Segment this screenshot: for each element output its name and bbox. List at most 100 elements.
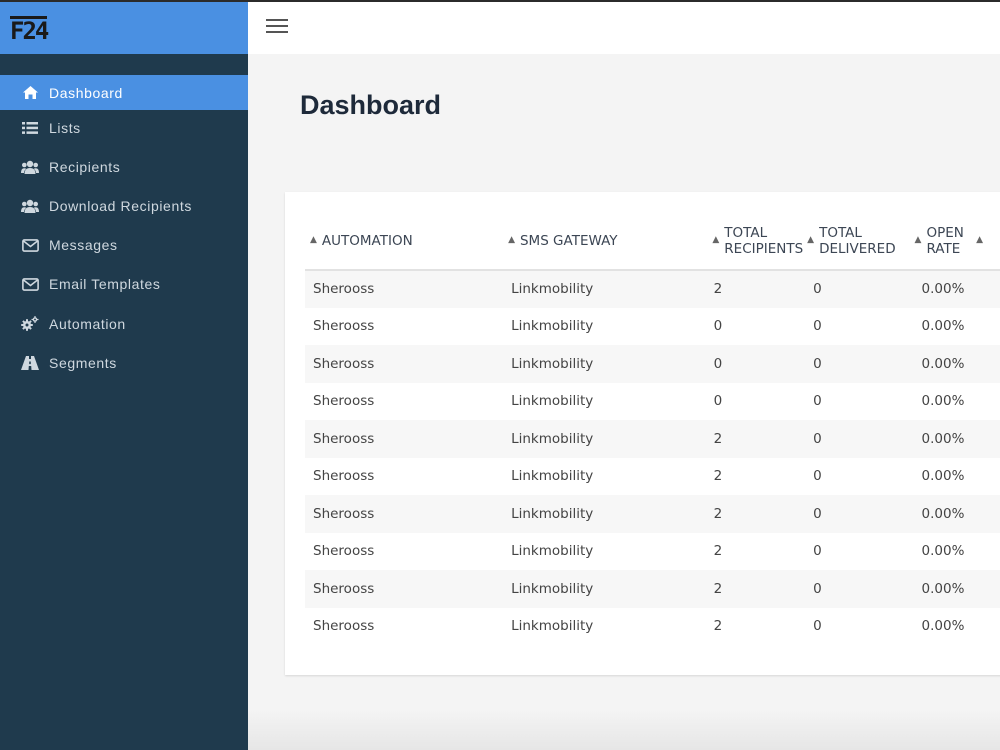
sidebar-item-messages[interactable]: Messages xyxy=(0,227,248,263)
cell-automation: Sherooss xyxy=(313,543,375,560)
cell-gateway: Linkmobility xyxy=(511,318,594,335)
cell-gateway: Linkmobility xyxy=(511,580,594,597)
cell-gateway: Linkmobility xyxy=(511,430,594,447)
cell-recipients: 2 xyxy=(713,468,723,485)
table-body: Sherooss Linkmobility 2 0 0.00% Sherooss Linkm… xyxy=(305,270,1000,645)
cell-delivered: 0 xyxy=(813,505,822,522)
cell-automation: Sherooss xyxy=(313,618,375,635)
col-header-total-recipients[interactable]: ▲︎ TOTAL RECIPIENTS xyxy=(700,212,808,271)
cell-delivered: 0 xyxy=(813,580,822,597)
cell-delivered: 0 xyxy=(813,543,822,560)
sidebar-item-download-recipients[interactable]: Download Recipients xyxy=(0,188,248,224)
cell-delivered: 0 xyxy=(813,281,822,298)
sidebar-item-recipients[interactable]: Recipients xyxy=(0,149,248,185)
cell-automation: Sherooss xyxy=(313,318,375,335)
table-row: Sherooss Linkmobility 2 0 0.00% xyxy=(305,570,1000,608)
table-row: Sherooss Linkmobility 2 0 0.00% xyxy=(305,420,1000,458)
table-row: Sherooss Linkmobility 2 0 0.00% xyxy=(305,495,1000,533)
sort-icon: ▲︎ xyxy=(508,235,515,245)
menu-toggle-icon[interactable] xyxy=(266,19,288,35)
cell-delivered: 0 xyxy=(813,318,822,335)
cell-overflow xyxy=(976,420,1000,458)
sidebar-nav: Dashboard Lists Recipients Download Recipie… xyxy=(0,75,248,381)
cell-recipients: 0 xyxy=(713,318,723,335)
cell-automation: Sherooss xyxy=(313,393,375,410)
cell-overflow xyxy=(976,533,1000,571)
cell-automation: Sherooss xyxy=(313,430,375,447)
cell-open-rate: 0.00% xyxy=(921,468,965,485)
cell-open-rate: 0.00% xyxy=(921,281,965,298)
cell-overflow xyxy=(976,458,1000,496)
cell-gateway: Linkmobility xyxy=(511,393,594,410)
footer-shade xyxy=(248,710,1000,750)
table-row: Sherooss Linkmobility 2 0 0.00% xyxy=(305,532,1000,571)
sidebar-item-label: Email Templates xyxy=(49,276,161,292)
envelope-icon xyxy=(20,238,40,252)
col-header-automation[interactable]: ▲︎ AUTOMATION xyxy=(305,212,504,271)
table-row: Sherooss Linkmobility 0 0 0.00% xyxy=(305,307,1000,346)
table-row: Sherooss Linkmobility 2 0 0.00% xyxy=(305,270,1000,308)
table-row: Sherooss Linkmobility 0 0 0.00% xyxy=(305,345,1000,383)
cell-open-rate: 0.00% xyxy=(921,355,965,372)
list-icon xyxy=(20,122,40,134)
road-icon xyxy=(20,356,40,370)
col-header-total-delivered[interactable]: ▲︎ TOTAL DELIVERED xyxy=(807,212,915,271)
cell-overflow xyxy=(976,608,1000,646)
cell-automation: Sherooss xyxy=(313,468,375,485)
cell-open-rate: 0.00% xyxy=(921,393,965,410)
cell-gateway: Linkmobility xyxy=(511,468,594,485)
sidebar-item-label: Recipients xyxy=(49,159,121,175)
cell-overflow xyxy=(976,308,1000,346)
cell-delivered: 0 xyxy=(813,618,822,635)
sort-icon: ▲︎ xyxy=(310,235,317,245)
sort-icon: ▲︎ xyxy=(712,235,720,245)
col-header-next[interactable]: ▲︎ xyxy=(976,212,1000,271)
cell-gateway: Linkmobility xyxy=(511,505,594,522)
sort-icon: ▲︎ xyxy=(976,235,984,245)
sidebar-item-label: Dashboard xyxy=(49,84,123,101)
cell-delivered: 0 xyxy=(813,468,822,485)
cell-gateway: Linkmobility xyxy=(511,281,594,298)
cell-recipients: 0 xyxy=(713,355,723,372)
cell-recipients: 2 xyxy=(713,618,723,635)
cell-gateway: Linkmobility xyxy=(511,355,594,372)
table-row: Sherooss Linkmobility 2 0 0.00% xyxy=(305,607,1000,646)
top-bar xyxy=(248,0,1000,54)
cell-recipients: 2 xyxy=(713,543,723,560)
table-row: Sherooss Linkmobility 2 0 0.00% xyxy=(305,457,1000,496)
sidebar-item-automation[interactable]: Automation xyxy=(0,306,248,342)
sort-icon: ▲︎ xyxy=(807,235,815,245)
table-row: Sherooss Linkmobility 0 0 0.00% xyxy=(305,382,1000,420)
page-title: Dashboard xyxy=(300,90,442,120)
users-icon xyxy=(20,199,40,213)
cell-overflow xyxy=(976,570,1000,608)
sidebar-item-label: Messages xyxy=(49,237,118,253)
cell-gateway: Linkmobility xyxy=(511,618,594,635)
cell-open-rate: 0.00% xyxy=(921,430,965,447)
cell-recipients: 2 xyxy=(713,281,723,298)
sidebar-item-segments[interactable]: Segments xyxy=(0,345,248,381)
cell-automation: Sherooss xyxy=(313,281,375,298)
sidebar-item-lists[interactable]: Lists xyxy=(0,110,248,146)
cell-overflow xyxy=(976,495,1000,533)
sidebar-item-dashboard[interactable]: Dashboard xyxy=(0,75,248,110)
cell-open-rate: 0.00% xyxy=(921,580,965,597)
sidebar-item-email-templates[interactable]: Email Templates xyxy=(0,266,248,302)
cell-open-rate: 0.00% xyxy=(921,318,965,335)
cell-open-rate: 0.00% xyxy=(921,505,965,522)
f24-logo[interactable]: F24 xyxy=(10,16,49,43)
col-header-sms-gateway[interactable]: ▲︎ SMS GATEWAY xyxy=(503,212,701,271)
table-header-row: ▲︎ AUTOMATION ▲︎ SMS GATEWAY ▲︎ TOTAL RECIPI… xyxy=(305,212,1000,271)
cell-open-rate: 0.00% xyxy=(921,543,965,560)
automation-table: ▲︎ AUTOMATION ▲︎ SMS GATEWAY ▲︎ TOTAL RECIPI… xyxy=(305,212,1000,645)
cell-overflow xyxy=(976,270,1000,308)
brand-header: F24 xyxy=(0,0,248,54)
sidebar-item-label: Automation xyxy=(49,316,126,332)
home-icon xyxy=(20,86,40,99)
sidebar-item-label: Download Recipients xyxy=(49,198,192,214)
cell-delivered: 0 xyxy=(813,355,822,372)
cell-open-rate: 0.00% xyxy=(921,618,965,635)
col-header-open-rate[interactable]: ▲︎ OPEN RATE xyxy=(914,212,977,271)
cell-gateway: Linkmobility xyxy=(511,543,594,560)
cell-automation: Sherooss xyxy=(313,505,375,522)
